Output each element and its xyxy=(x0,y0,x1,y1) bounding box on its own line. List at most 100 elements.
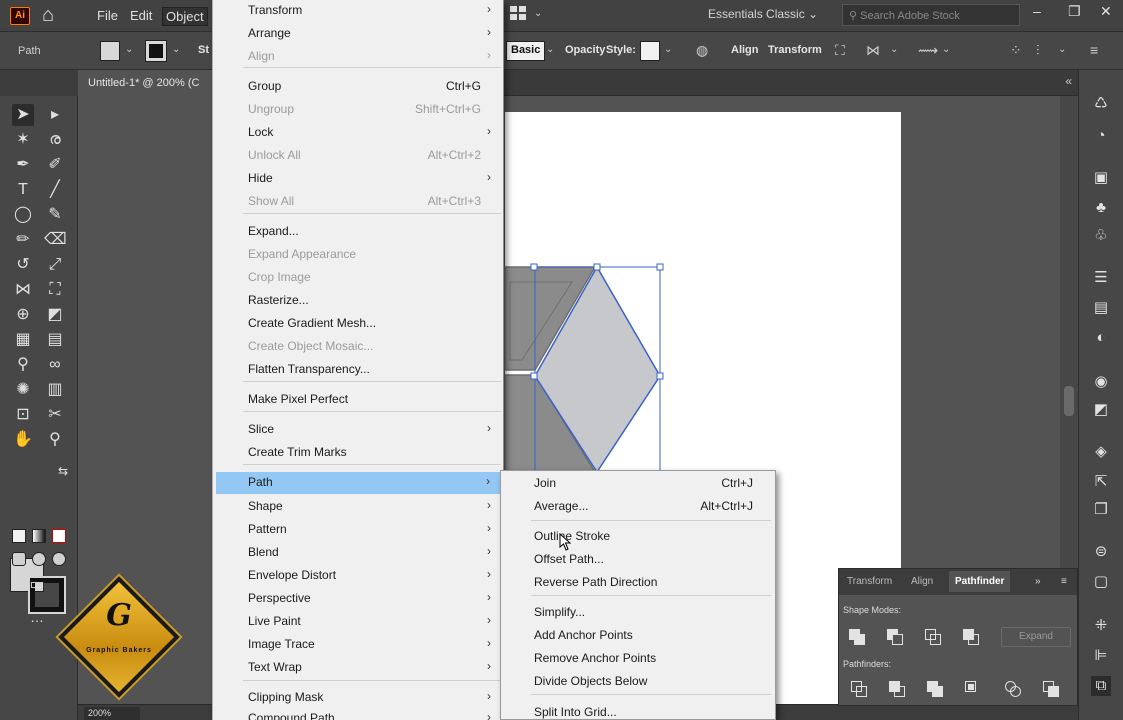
home-icon[interactable]: ⌂ xyxy=(42,4,54,27)
graphic-style-swatch[interactable] xyxy=(640,41,660,61)
none-mode-icon[interactable] xyxy=(52,529,66,543)
panel-menu-icon[interactable]: ≡ xyxy=(1061,576,1067,587)
intersect-icon[interactable] xyxy=(925,629,943,647)
path-menu-item-split-into-grid[interactable]: Split Into Grid... xyxy=(501,702,775,720)
menu-item-rasterize[interactable]: Rasterize... xyxy=(213,290,503,312)
rotate-tool-icon[interactable]: ↺ xyxy=(12,254,34,276)
selected-artwork[interactable] xyxy=(500,260,670,472)
swatches-club-icon[interactable]: ♧ xyxy=(1091,226,1111,246)
menu-item-make-pixel-perfect[interactable]: Make Pixel Perfect xyxy=(213,389,503,411)
menu-object[interactable]: Object xyxy=(162,7,208,26)
symbol-sprayer-tool-icon[interactable]: ✺ xyxy=(12,379,34,401)
merge-icon[interactable] xyxy=(927,681,945,699)
gradient-panel-icon[interactable]: ▤ xyxy=(1091,298,1111,318)
menu-item-transform[interactable]: Transform › xyxy=(213,0,503,22)
gradient-mode-icon[interactable] xyxy=(32,529,46,543)
panel-menu-icon[interactable]: ≡ xyxy=(1090,42,1098,58)
mesh-tool-icon[interactable]: ▦ xyxy=(12,329,34,351)
collapse-panels-icon[interactable]: « xyxy=(1065,74,1072,88)
isolate-icon[interactable]: ⛶ xyxy=(835,42,845,59)
align-options-icon[interactable]: ⋈ xyxy=(866,42,880,59)
zoom-tool-icon[interactable]: ⚲ xyxy=(44,429,66,451)
color-panel-icon[interactable]: ▢ xyxy=(1091,572,1111,592)
blend-tool-icon[interactable]: ∞ xyxy=(44,354,66,376)
menu-file[interactable]: File xyxy=(94,7,121,24)
transform-link[interactable]: Transform xyxy=(768,44,822,56)
path-menu-item-remove-anchor-points[interactable]: Remove Anchor Points xyxy=(501,648,775,670)
brush-definition[interactable]: Basic xyxy=(506,41,546,61)
menu-item-arrange[interactable]: Arrange › xyxy=(213,23,503,45)
menu-item-lock[interactable]: Lock › xyxy=(213,122,503,144)
exclude-icon[interactable] xyxy=(963,629,981,647)
chevron-down-icon[interactable]: ⌄ xyxy=(125,44,133,55)
type-tool-icon[interactable]: T xyxy=(12,179,34,201)
zoom-level-field[interactable]: 200% xyxy=(84,707,140,720)
artboard-tool-icon[interactable]: ⊡ xyxy=(12,404,34,426)
close-icon[interactable]: ✕ xyxy=(1100,3,1112,20)
menu-edit[interactable]: Edit xyxy=(127,7,155,24)
menu-item-pattern[interactable]: Pattern › xyxy=(213,519,503,541)
menu-item-create-trim-marks[interactable]: Create Trim Marks xyxy=(213,442,503,464)
draw-inside-icon[interactable] xyxy=(52,552,66,566)
menu-item-expand[interactable]: Expand... xyxy=(213,221,503,243)
selection-tool-icon[interactable]: ➤ xyxy=(12,104,34,126)
stroke-icon[interactable]: ☰ xyxy=(1091,268,1111,288)
chevron-down-icon[interactable]: ⌄ xyxy=(546,44,554,55)
graph-tool-icon[interactable]: ▥ xyxy=(44,379,66,401)
chevron-down-icon[interactable]: ⌄ xyxy=(890,44,898,55)
menu-item-shape[interactable]: Shape › xyxy=(213,496,503,518)
chevron-down-icon[interactable]: ⌄ xyxy=(534,8,542,19)
tab-transform[interactable]: Transform xyxy=(847,576,892,587)
libraries-icon[interactable]: ◔ xyxy=(1091,126,1111,146)
chevron-down-icon[interactable]: ⌄ xyxy=(664,44,672,55)
paintbrush-tool-icon[interactable]: ✎ xyxy=(44,204,66,226)
menu-item-slice[interactable]: Slice › xyxy=(213,419,503,441)
eraser-tool-icon[interactable]: ⌫ xyxy=(44,229,67,251)
graphic-styles-icon[interactable]: ◩ xyxy=(1091,400,1111,420)
curvature-tool-icon[interactable]: ✐ xyxy=(44,154,66,176)
draw-normal-icon[interactable] xyxy=(12,552,26,566)
menu-item-compound-path[interactable]: Compound Path › xyxy=(213,708,503,720)
align-link[interactable]: Align xyxy=(731,44,759,56)
stock-search-input[interactable]: ⚲ Search Adobe Stock xyxy=(842,4,1020,26)
workspace-switcher[interactable]: Essentials Classic ⌄ xyxy=(708,7,818,21)
distribute-icon[interactable]: ⫶ xyxy=(1036,42,1040,59)
stroke-swatch[interactable] xyxy=(145,40,167,62)
collapse-panel-icon[interactable]: » xyxy=(1035,576,1041,587)
scale-tool-icon[interactable]: ⤢ xyxy=(44,254,66,276)
shape-builder-tool-icon[interactable]: ⊕ xyxy=(12,304,34,326)
menu-item-blend[interactable]: Blend › xyxy=(213,542,503,564)
arrange-documents-icon[interactable] xyxy=(510,6,526,20)
draw-behind-icon[interactable] xyxy=(32,552,46,566)
menu-item-path[interactable]: Path › xyxy=(216,472,502,494)
menu-item-group[interactable]: Group Ctrl+G xyxy=(213,76,503,98)
stroke-label[interactable]: St xyxy=(198,44,209,56)
crop-icon[interactable] xyxy=(965,681,983,699)
menu-item-perspective[interactable]: Perspective › xyxy=(213,588,503,610)
grid-icon[interactable]: ⁘ xyxy=(1010,42,1022,59)
edit-toolbar-icon[interactable]: … xyxy=(26,606,48,628)
menu-item-flatten-transparency[interactable]: Flatten Transparency... xyxy=(213,359,503,381)
minimize-icon[interactable]: – xyxy=(1033,3,1041,19)
scroll-thumb[interactable] xyxy=(1064,386,1074,416)
swap-colors-icon[interactable]: ⇆ xyxy=(52,460,74,482)
chevron-down-icon[interactable]: ⌄ xyxy=(172,44,180,55)
path-menu-item-join[interactable]: Join Ctrl+J xyxy=(501,473,775,495)
properties-icon[interactable]: ♺ xyxy=(1091,94,1111,114)
outline-icon[interactable] xyxy=(1005,681,1023,699)
screen-mode-icon[interactable]: ▭ xyxy=(26,574,48,596)
color-guide-icon[interactable]: ⊜ xyxy=(1091,542,1111,562)
magic-wand-tool-icon[interactable]: ✶ xyxy=(12,129,34,151)
menu-item-live-paint[interactable]: Live Paint › xyxy=(213,611,503,633)
line-tool-icon[interactable]: ╱ xyxy=(44,179,66,201)
menu-item-hide[interactable]: Hide › xyxy=(213,168,503,190)
chevron-down-icon[interactable]: ⌄ xyxy=(942,44,950,55)
transform-options-icon[interactable]: ⟿ xyxy=(918,42,938,59)
eyedropper-tool-icon[interactable]: ⚲ xyxy=(12,354,34,376)
path-menu-item-divide-objects-below[interactable]: Divide Objects Below xyxy=(501,671,775,693)
tab-pathfinder[interactable]: Pathfinder xyxy=(949,571,1011,592)
menu-item-text-wrap[interactable]: Text Wrap › xyxy=(213,657,503,679)
slice-tool-icon[interactable]: ✂ xyxy=(44,404,66,426)
hand-tool-icon[interactable]: ✋ xyxy=(12,429,34,451)
opacity-link[interactable]: Opacity xyxy=(565,44,605,56)
